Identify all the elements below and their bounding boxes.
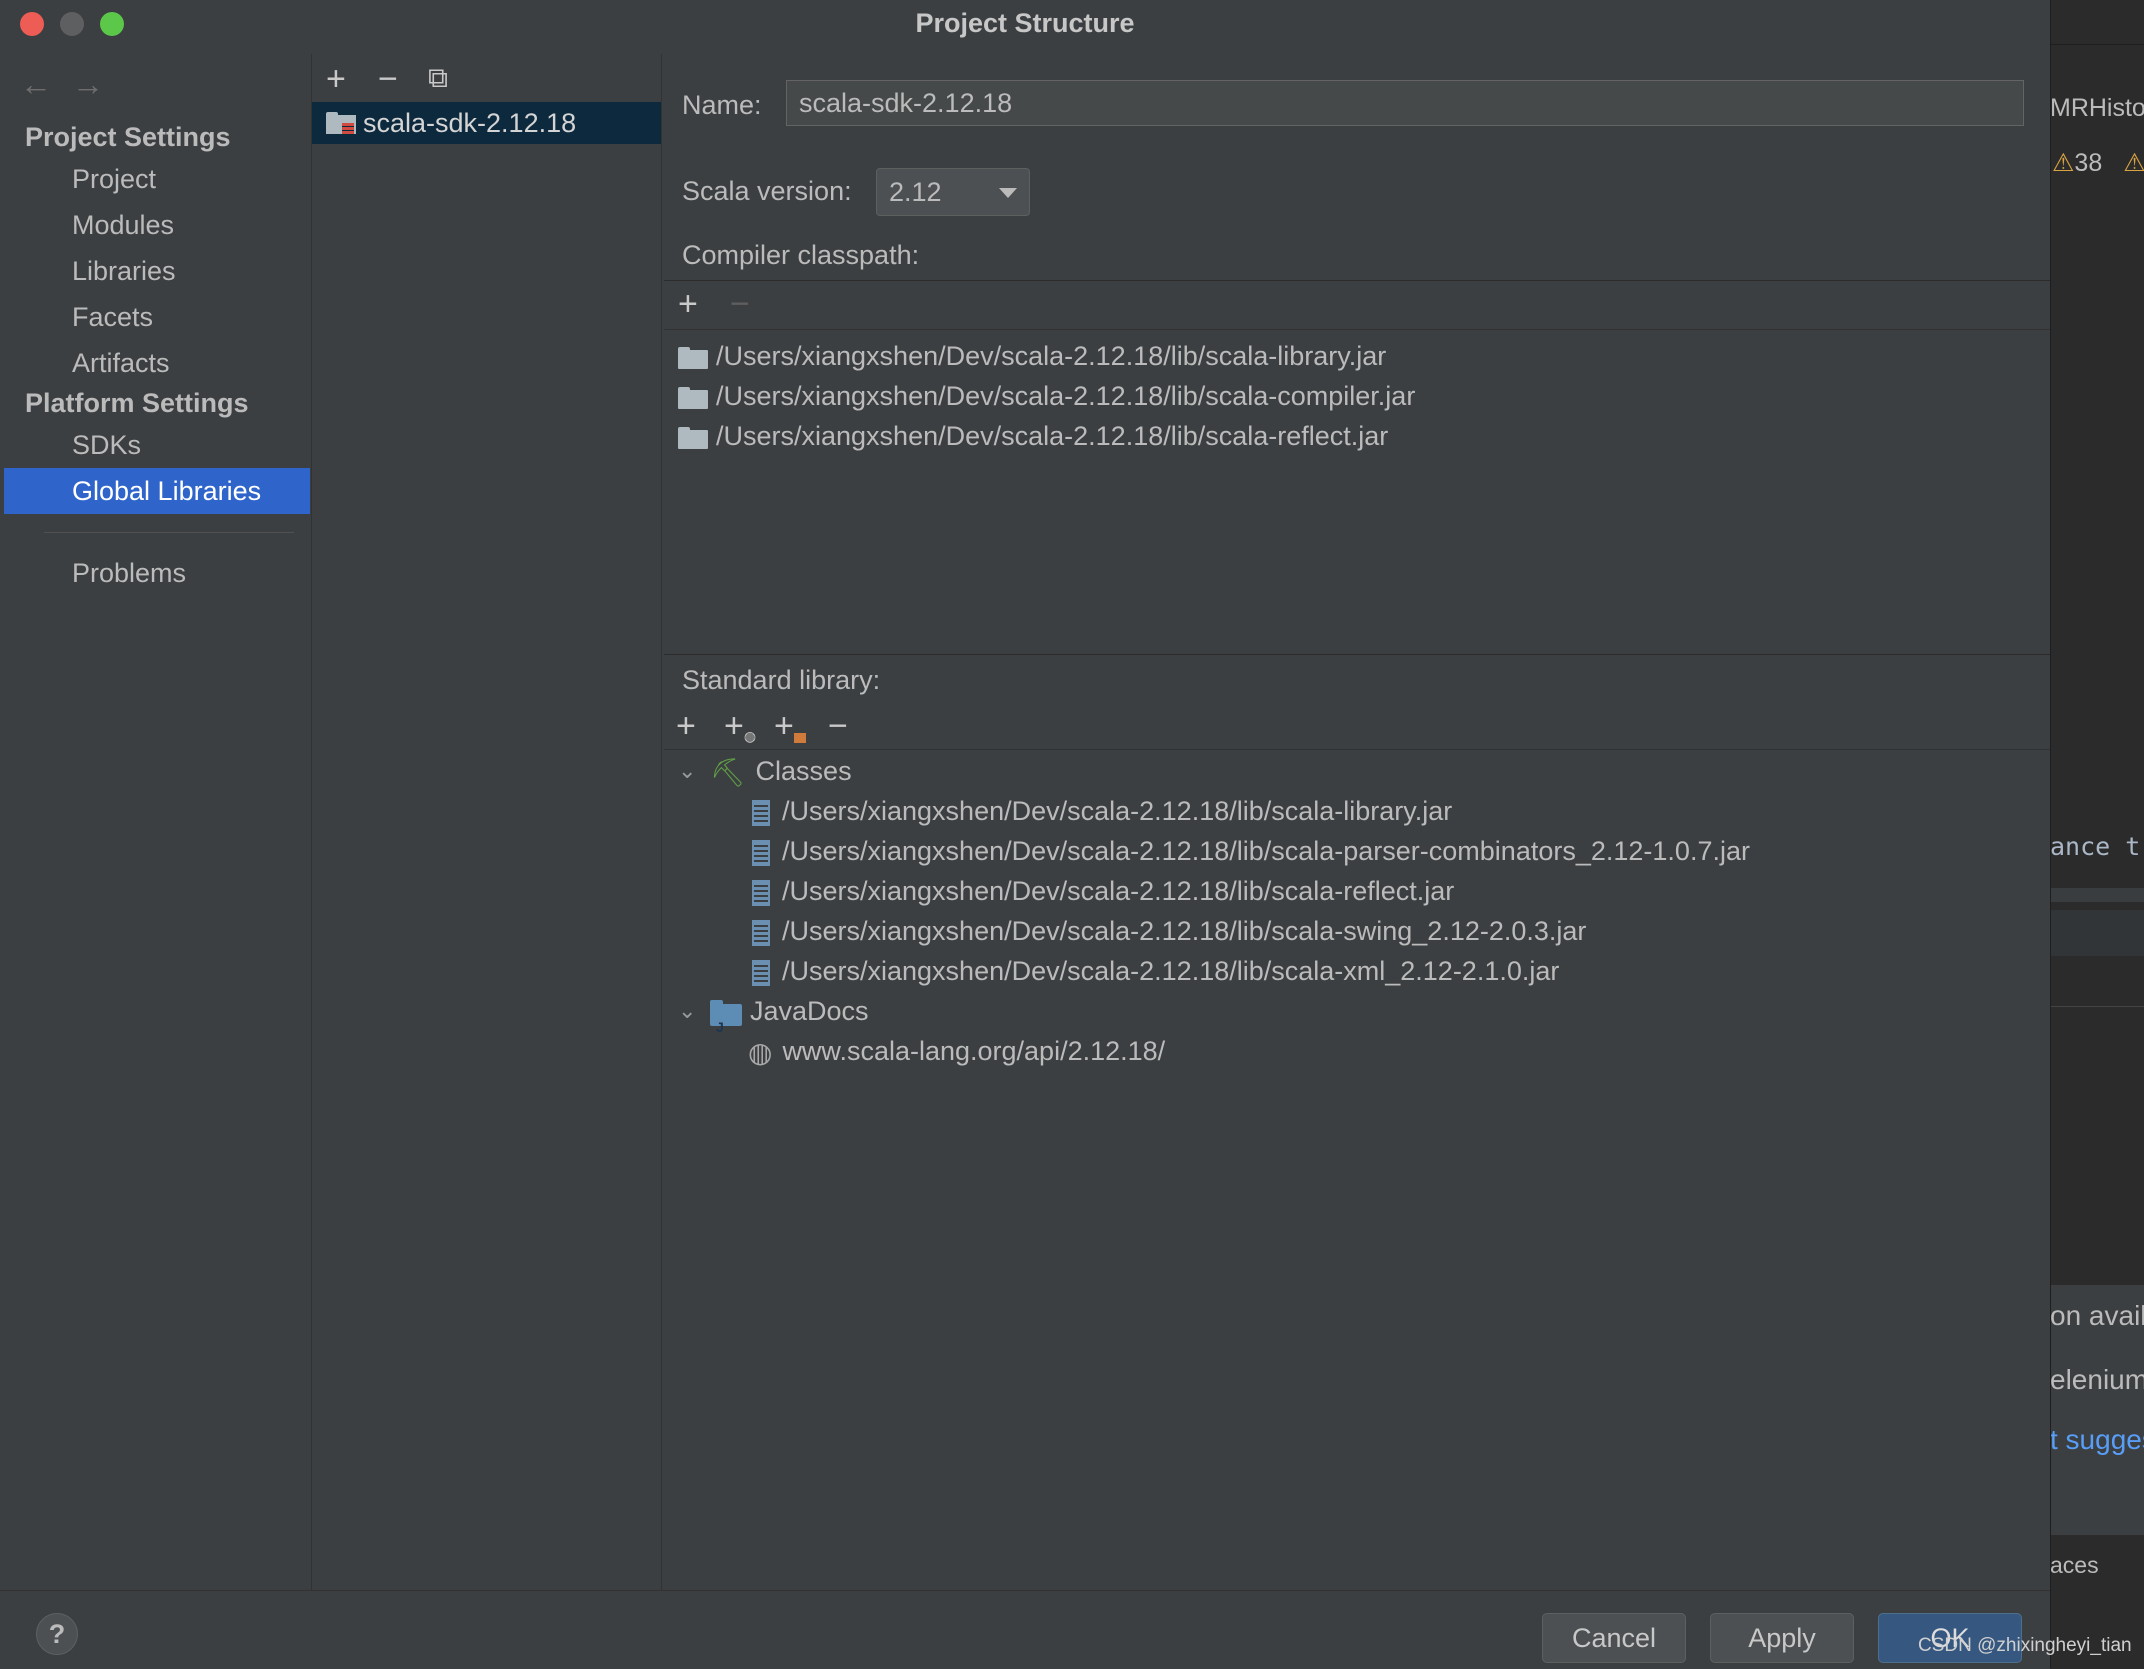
bg-warning-indicator: ⚠38 ⚠ <box>2052 149 2144 177</box>
nav-item-artifacts[interactable]: Artifacts <box>4 340 310 386</box>
nav-divider <box>44 532 294 533</box>
scala-version-value: 2.12 <box>889 177 942 207</box>
globe-icon: ◍ <box>748 1036 773 1068</box>
copy-library-button[interactable]: ⧉ <box>428 64 448 92</box>
settings-navigation: ← → Project Settings Project Modules Lib… <box>4 54 310 1590</box>
library-list-item[interactable]: scala-sdk-2.12.18 <box>312 102 661 144</box>
nav-item-facets[interactable]: Facets <box>4 294 310 340</box>
standard-library-toolbar: + +◍ + − <box>664 707 2050 750</box>
add-url-button[interactable]: +◍ <box>724 709 756 743</box>
remove-classpath-button[interactable]: − <box>730 287 750 321</box>
compiler-classpath-label: Compiler classpath: <box>682 240 920 270</box>
project-settings-header: Project Settings <box>25 122 231 152</box>
back-arrow-icon[interactable]: ← <box>20 66 52 103</box>
name-input[interactable] <box>786 80 2024 126</box>
watermark: CSDN @zhixingheyi_tian <box>1918 1635 2132 1656</box>
name-label: Name: <box>682 90 762 120</box>
library-details-pane: Name: Scala version: 2.12 Compiler class… <box>662 54 2050 1590</box>
compiler-classpath-panel: + − /Users/xiangxshen/Dev/scala-2.12.18/… <box>664 280 2050 654</box>
warning-icon: ⚠ <box>2052 149 2075 177</box>
nav-item-sdks[interactable]: SDKs <box>4 422 310 468</box>
chevron-down-icon: ⌄ <box>678 998 697 1023</box>
apply-button[interactable]: Apply <box>1710 1613 1854 1663</box>
library-list-pane: + − ⧉ scala-sdk-2.12.18 <box>311 54 662 1590</box>
folder-icon <box>678 426 708 449</box>
list-item[interactable]: /Users/xiangxshen/Dev/scala-2.12.18/lib/… <box>678 336 1386 376</box>
nav-item-libraries[interactable]: Libraries <box>4 248 310 294</box>
chevron-down-icon: ⌄ <box>678 758 697 783</box>
tree-item[interactable]: /Users/xiangxshen/Dev/scala-2.12.18/lib/… <box>752 831 1750 871</box>
dialog-button-bar: ? Cancel Apply OK <box>0 1590 2050 1669</box>
jar-icon <box>793 733 806 743</box>
background-ide-window: MRHistor ⚠38 ⚠ ance t on availa elenium … <box>2050 0 2144 1668</box>
nav-item-problems[interactable]: Problems <box>4 550 310 596</box>
hammer-icon: ⛏ <box>710 756 746 788</box>
jar-icon <box>752 919 770 946</box>
scala-version-label: Scala version: <box>682 176 852 206</box>
forward-arrow-icon[interactable]: → <box>72 66 104 103</box>
library-folder-icon <box>326 112 356 135</box>
nav-item-project[interactable]: Project <box>4 156 310 202</box>
scala-version-dropdown[interactable]: 2.12 <box>876 168 1030 216</box>
bg-editor-tab: MRHistor <box>2050 94 2144 122</box>
tree-item[interactable]: /Users/xiangxshen/Dev/scala-2.12.18/lib/… <box>752 791 1452 831</box>
remove-root-button[interactable]: − <box>828 709 848 743</box>
standard-library-panel: Standard library: + +◍ + − ⌄ ⛏ Classes /U… <box>664 654 2050 1591</box>
help-button[interactable]: ? <box>36 1613 78 1655</box>
remove-library-button[interactable]: − <box>378 62 398 96</box>
zoom-window-button[interactable] <box>100 12 124 36</box>
jar-icon <box>752 799 770 826</box>
tree-item[interactable]: ◍ www.scala-lang.org/api/2.12.18/ <box>748 1031 1165 1071</box>
list-item[interactable]: /Users/xiangxshen/Dev/scala-2.12.18/lib/… <box>678 416 1388 456</box>
tree-item[interactable]: /Users/xiangxshen/Dev/scala-2.12.18/lib/… <box>752 951 1559 991</box>
window-title: Project Structure <box>915 8 1135 38</box>
jar-icon <box>752 839 770 866</box>
add-library-button[interactable]: + <box>326 62 346 96</box>
title-bar: Project Structure <box>0 0 2050 46</box>
folder-icon <box>678 386 708 409</box>
tree-item[interactable]: /Users/xiangxshen/Dev/scala-2.12.18/lib/… <box>752 911 1586 951</box>
compiler-classpath-toolbar: + − <box>664 281 2050 330</box>
minimize-window-button[interactable] <box>60 12 84 36</box>
cancel-button[interactable]: Cancel <box>1542 1613 1686 1663</box>
project-structure-dialog: Project Structure ← → Project Settings P… <box>0 0 2051 1669</box>
javadoc-folder-icon: J <box>710 999 742 1035</box>
add-classpath-button[interactable]: + <box>678 287 698 321</box>
platform-settings-header: Platform Settings <box>25 388 249 418</box>
jar-icon <box>752 879 770 906</box>
warning-icon: ⚠ <box>2123 149 2144 177</box>
globe-icon: ◍ <box>743 728 757 744</box>
nav-item-modules[interactable]: Modules <box>4 202 310 248</box>
tree-item[interactable]: /Users/xiangxshen/Dev/scala-2.12.18/lib/… <box>752 871 1454 911</box>
close-window-button[interactable] <box>20 12 44 36</box>
jar-icon <box>752 959 770 986</box>
folder-icon <box>678 346 708 369</box>
bg-code-line: ance t <box>2050 832 2141 861</box>
library-name: scala-sdk-2.12.18 <box>363 108 577 138</box>
add-root-button[interactable]: + <box>676 709 696 743</box>
nav-item-global-libraries[interactable]: Global Libraries <box>4 468 310 514</box>
list-item[interactable]: /Users/xiangxshen/Dev/scala-2.12.18/lib/… <box>678 376 1415 416</box>
attach-jar-button[interactable]: + <box>774 709 806 743</box>
standard-library-label: Standard library: <box>682 665 881 695</box>
chevron-down-icon <box>999 188 1017 198</box>
